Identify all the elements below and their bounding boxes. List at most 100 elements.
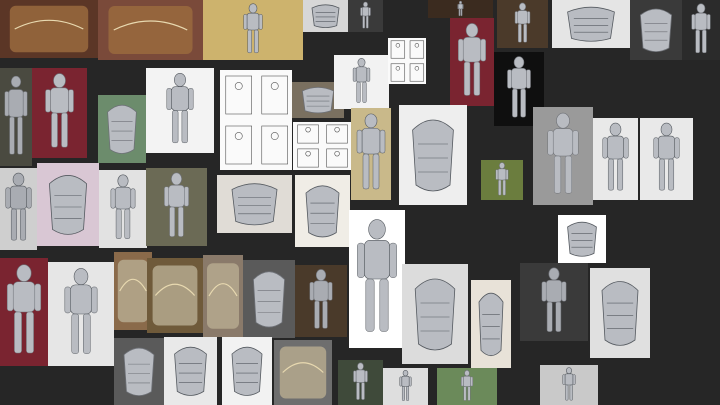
armor-closeup-shape	[207, 263, 239, 329]
armor-figure	[514, 2, 531, 43]
armor-parts-shape	[567, 6, 615, 42]
thumbnail-image	[297, 124, 348, 168]
armor-figure	[495, 162, 509, 196]
image-collage-board	[0, 0, 720, 405]
gauntlet-shape	[252, 271, 286, 328]
image-tile-knight-standing[interactable]	[682, 0, 720, 60]
image-tile-knight-standing[interactable]	[428, 0, 493, 18]
thumbnail-image	[691, 3, 711, 54]
thumbnail-image	[356, 113, 386, 190]
image-tile-knight-standing[interactable]	[146, 168, 207, 246]
armor-figure	[45, 73, 74, 148]
image-tile-armor-closeup[interactable]	[203, 255, 243, 337]
breastplate-shape	[123, 347, 155, 397]
image-tile-knight-standing[interactable]	[540, 365, 598, 405]
image-tile-knight-standing[interactable]	[437, 368, 497, 405]
image-tile-knight-standing[interactable]	[48, 262, 114, 366]
image-tile-knight-standing[interactable]	[481, 160, 523, 200]
thumbnail-image	[207, 263, 239, 329]
thumbnail-image	[357, 219, 397, 332]
image-tile-pauldron[interactable]	[399, 105, 467, 205]
image-tile-gauntlet[interactable]	[295, 175, 350, 247]
image-tile-helmet[interactable]	[37, 163, 99, 246]
image-tile-knight-standing[interactable]	[338, 360, 383, 405]
image-tile-armor-parts[interactable]	[303, 0, 348, 32]
thumbnail-image	[9, 5, 89, 53]
image-tile-knight-standing[interactable]	[348, 0, 383, 32]
thumbnail-image	[108, 6, 193, 54]
armor-closeup-shape	[117, 259, 149, 323]
image-tile-field-knight[interactable]	[203, 0, 303, 60]
image-tile-knight-standing[interactable]	[99, 170, 147, 248]
thumbnail-image	[152, 265, 198, 326]
thumbnail-image	[639, 8, 673, 52]
image-tile-knight-standing[interactable]	[334, 55, 389, 109]
thumbnail-image	[412, 119, 454, 192]
image-tile-sabatons[interactable]	[558, 215, 606, 263]
image-tile-breastplate[interactable]	[98, 95, 146, 163]
thumbnail-image	[458, 23, 486, 96]
image-tile-gauntlet[interactable]	[164, 337, 217, 405]
image-tile-knight-standing[interactable]	[640, 118, 693, 200]
image-tile-armor-closeup[interactable]	[274, 340, 332, 405]
armor-figure	[356, 113, 386, 190]
armor-figure	[4, 75, 28, 155]
thumbnail-image	[602, 122, 629, 191]
armor-figure	[399, 370, 412, 401]
sketch-lines	[225, 75, 288, 165]
thumbnail-image	[547, 112, 579, 194]
image-tile-knight-standing[interactable]	[351, 108, 391, 200]
image-tile-armor-parts[interactable]	[630, 0, 682, 60]
image-tile-knight-standing[interactable]	[533, 107, 593, 205]
image-tile-armor-closeup-bronze[interactable]	[0, 0, 98, 58]
thumbnail-image	[567, 221, 597, 257]
image-tile-gauntlet[interactable]	[217, 175, 292, 233]
gauntlet-shape	[305, 185, 340, 238]
image-tile-gauntlet[interactable]	[402, 264, 468, 364]
sketch-lines	[297, 124, 348, 168]
image-tile-armor-sketch[interactable]	[220, 70, 292, 170]
thumbnail-image	[48, 175, 88, 235]
armor-figure	[653, 122, 680, 191]
image-tile-knight-standing[interactable]	[349, 210, 405, 348]
image-tile-knight-standing[interactable]	[383, 368, 428, 405]
image-tile-breastplate[interactable]	[114, 338, 164, 405]
image-tile-gauntlet[interactable]	[222, 337, 272, 405]
armor-figure	[164, 172, 189, 237]
image-tile-breastplate[interactable]	[471, 280, 511, 368]
image-tile-gauntlet[interactable]	[243, 260, 295, 338]
image-tile-knight-standing[interactable]	[146, 68, 214, 153]
image-tile-knight-portrait[interactable]	[295, 265, 347, 337]
image-tile-armor-closeup-bronze[interactable]	[98, 0, 203, 60]
armor-figure	[6, 264, 42, 354]
thumbnail-image	[478, 292, 504, 357]
image-tile-knight-portrait[interactable]	[520, 263, 588, 341]
image-tile-knight-standing[interactable]	[32, 68, 87, 158]
breastplate-shape	[478, 292, 504, 357]
image-tile-armor-sketch[interactable]	[293, 122, 351, 170]
image-tile-armor-closeup[interactable]	[147, 258, 203, 333]
image-tile-knight-standing[interactable]	[593, 118, 638, 200]
image-tile-knight-portrait[interactable]	[0, 68, 32, 166]
thumbnail-image	[309, 269, 333, 329]
image-tile-knight-standing[interactable]	[497, 0, 548, 48]
thumbnail-image	[457, 0, 464, 17]
thumbnail-image	[562, 367, 576, 401]
image-tile-gauntlet[interactable]	[590, 268, 650, 358]
thumbnail-image	[311, 4, 340, 28]
armor-figure	[602, 122, 629, 191]
thumbnail-image	[352, 58, 371, 103]
image-tile-armor-sketch[interactable]	[388, 38, 426, 84]
thumbnail-image	[414, 278, 456, 351]
thumbnail-image	[567, 6, 615, 42]
armor-figure	[166, 72, 194, 144]
armor-figure	[460, 370, 474, 401]
image-tile-knight-standing[interactable]	[450, 18, 494, 106]
image-tile-armor-parts[interactable]	[552, 0, 630, 48]
armor-figure	[110, 174, 136, 239]
thumbnail-image	[164, 172, 189, 237]
armor-figure	[5, 172, 32, 241]
image-tile-knight-portrait[interactable]	[0, 168, 37, 250]
image-tile-knight-standing[interactable]	[0, 258, 48, 366]
thumbnail-image	[601, 281, 639, 346]
